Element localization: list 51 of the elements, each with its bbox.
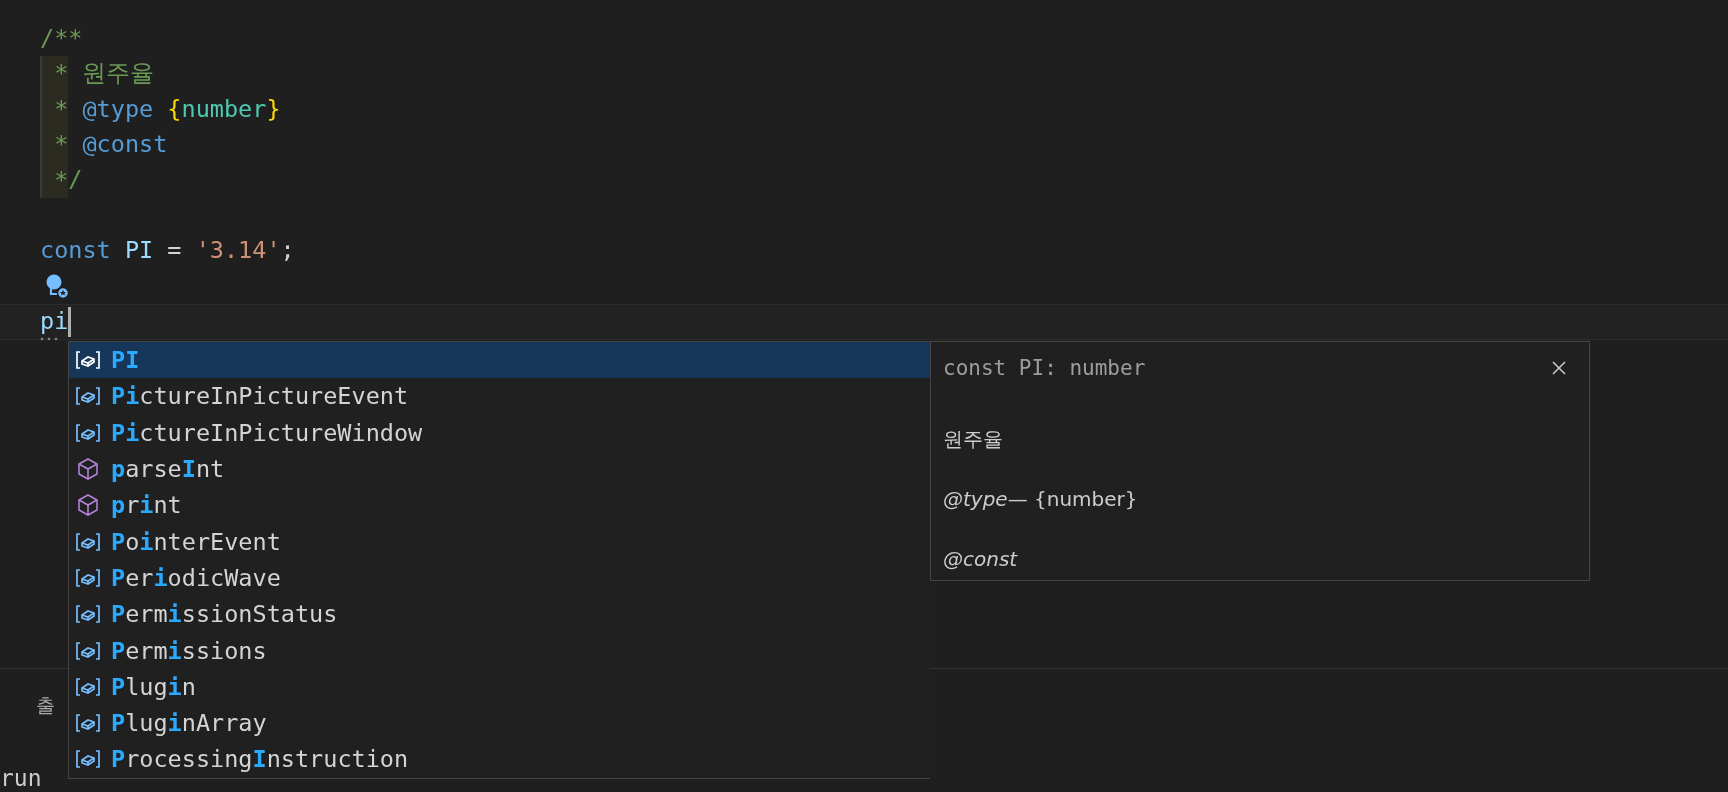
variable-icon xyxy=(75,639,101,662)
signature-text: const PI: number xyxy=(943,356,1146,380)
text-cursor xyxy=(68,306,72,337)
doc-tag: @const xyxy=(943,544,1577,574)
variable-icon xyxy=(75,748,101,771)
code-token: = xyxy=(166,238,182,264)
suggestion-item[interactable]: PeriodicWave xyxy=(69,559,930,597)
suggestion-item[interactable]: PictureInPictureWindow xyxy=(69,414,930,451)
code-token: * xyxy=(40,127,69,163)
suggestion-item[interactable]: PI xyxy=(69,342,930,379)
suggestion-item[interactable]: PointerEvent xyxy=(69,523,930,560)
code-token: 원주율 xyxy=(81,61,155,87)
suggestion-item[interactable]: parseInt xyxy=(69,450,930,488)
suggestion-item[interactable]: Plugin xyxy=(69,668,930,705)
variable-icon xyxy=(75,675,101,698)
code-token: @type xyxy=(81,96,154,123)
code-token: * xyxy=(40,91,69,128)
suggestion-item[interactable]: P rocessingInstruction xyxy=(69,741,930,778)
code-token: ; xyxy=(280,238,295,264)
code-token: PI xyxy=(123,238,154,264)
terminal-text: run xyxy=(0,765,42,791)
suggestion-item[interactable]: PictureInPictureEvent xyxy=(69,378,930,415)
close-icon[interactable] xyxy=(1551,360,1567,376)
variable-icon xyxy=(75,603,101,626)
code-token: * xyxy=(40,162,69,198)
code-token: { xyxy=(166,96,182,123)
code-token: * xyxy=(40,56,69,92)
variable-icon xyxy=(75,566,101,589)
variable-icon xyxy=(75,421,101,444)
code-token: pi xyxy=(40,308,69,335)
doc-tag: @type— {number} xyxy=(943,484,1577,514)
code-token: const xyxy=(40,238,111,264)
code-token: number xyxy=(181,96,267,123)
lightbulb-icon[interactable] xyxy=(44,273,70,300)
variable-icon xyxy=(75,530,101,553)
code-token: / xyxy=(68,167,83,194)
code-token: /** xyxy=(40,25,83,52)
code-token: } xyxy=(266,96,281,123)
code-token: @const xyxy=(81,131,168,158)
variable-icon xyxy=(75,349,101,372)
variable-icon xyxy=(75,385,101,408)
description-text: 원주율 xyxy=(943,426,1004,453)
suggestion-item[interactable]: Permissions xyxy=(69,632,930,669)
panel-tab[interactable]: 출 xyxy=(36,693,55,719)
code-token: '3.14' xyxy=(194,238,281,264)
variable-icon xyxy=(75,712,101,735)
suggestion-item[interactable]: PermissionStatus xyxy=(69,596,930,633)
suggestion-item[interactable]: PluginArray xyxy=(69,704,930,742)
cube-icon xyxy=(75,457,101,482)
cube-icon xyxy=(75,493,101,518)
suggestion-item[interactable]: p rint xyxy=(69,487,930,524)
